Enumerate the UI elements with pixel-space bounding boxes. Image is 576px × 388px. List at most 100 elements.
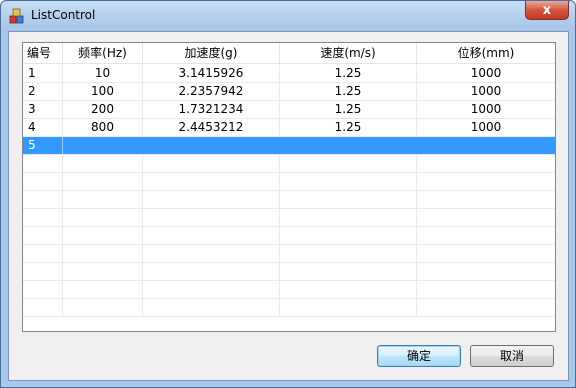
table-row[interactable]: 4 800 2.4453212 1.25 1000: [23, 119, 555, 137]
empty-cell: [280, 299, 417, 316]
empty-cell: [417, 263, 555, 280]
cell-displacement: 1000: [470, 84, 502, 98]
list-header: 编号 频率(Hz) 加速度(g) 速度(m/s) 位移(mm): [23, 43, 555, 64]
cell-id: 3: [23, 101, 63, 118]
cell-id: 4: [23, 119, 63, 136]
empty-cell: [23, 155, 63, 172]
empty-cell: [63, 155, 143, 172]
empty-row: [23, 263, 555, 281]
list-rows: 1 10 3.1415926 1.25 1000 2 100 2.2357942 1.25 100…: [23, 65, 555, 317]
cell-velocity: 1.25: [280, 119, 417, 136]
cell-frequency: 100: [63, 83, 143, 100]
cell-velocity: 1.25: [280, 101, 417, 118]
empty-cell: [280, 173, 417, 190]
empty-row: [23, 281, 555, 299]
empty-row: [23, 173, 555, 191]
empty-cell: [417, 299, 555, 316]
column-header-displacement[interactable]: 位移(mm): [417, 43, 555, 64]
empty-row: [23, 155, 555, 173]
empty-cell: [143, 245, 280, 262]
empty-cell: [417, 191, 555, 208]
dialog-client-area: 编号 频率(Hz) 加速度(g) 速度(m/s) 位移(mm) 1 10 3.141…: [8, 31, 569, 381]
title-bar[interactable]: ListControl x: [1, 1, 575, 31]
empty-cell: [23, 227, 63, 244]
empty-cell: [280, 245, 417, 262]
empty-row: [23, 227, 555, 245]
empty-cell: [63, 191, 143, 208]
cell-id: 2: [23, 83, 63, 100]
cell-acceleration: [143, 137, 280, 154]
empty-cell: [143, 299, 280, 316]
empty-cell: [417, 227, 555, 244]
empty-row: [23, 299, 555, 317]
table-row[interactable]: 2 100 2.2357942 1.25 1000: [23, 83, 555, 101]
empty-cell: [23, 299, 63, 316]
dialog-window: ListControl x 编号 频率(Hz) 加速度(g) 速度(m/s) 位…: [0, 0, 576, 388]
cell-velocity: [280, 137, 417, 154]
cell-acceleration: 2.2357942: [143, 83, 280, 100]
empty-row: [23, 245, 555, 263]
cell-velocity: 1.25: [280, 83, 417, 100]
column-header-velocity[interactable]: 速度(m/s): [280, 43, 417, 64]
cell-displacement: 1000: [470, 66, 502, 80]
cancel-button[interactable]: 取消: [470, 345, 554, 367]
empty-cell: [417, 209, 555, 226]
empty-cell: [143, 227, 280, 244]
empty-cell: [143, 173, 280, 190]
empty-row: [23, 191, 555, 209]
cell-frequency: 10: [63, 65, 143, 82]
cell-displacement: 1000: [470, 120, 502, 134]
empty-cell: [23, 245, 63, 262]
column-header-frequency[interactable]: 频率(Hz): [63, 43, 143, 64]
empty-cell: [63, 299, 143, 316]
empty-cell: [143, 263, 280, 280]
cell-acceleration: 2.4453212: [143, 119, 280, 136]
list-control[interactable]: 编号 频率(Hz) 加速度(g) 速度(m/s) 位移(mm) 1 10 3.141…: [22, 42, 556, 332]
empty-cell: [23, 209, 63, 226]
column-header-acceleration[interactable]: 加速度(g): [143, 43, 280, 64]
empty-cell: [280, 155, 417, 172]
empty-cell: [23, 263, 63, 280]
window-title: ListControl: [31, 8, 96, 22]
cell-acceleration: 3.1415926: [143, 65, 280, 82]
ok-button[interactable]: 确定: [377, 345, 461, 367]
table-row[interactable]: 5: [23, 137, 555, 155]
empty-cell: [143, 281, 280, 298]
empty-cell: [280, 209, 417, 226]
empty-cell: [63, 173, 143, 190]
empty-cell: [63, 245, 143, 262]
empty-cell: [280, 263, 417, 280]
empty-cell: [280, 227, 417, 244]
empty-cell: [280, 281, 417, 298]
table-row[interactable]: 1 10 3.1415926 1.25 1000: [23, 65, 555, 83]
empty-cell: [23, 191, 63, 208]
empty-cell: [23, 173, 63, 190]
empty-cell: [143, 191, 280, 208]
close-button[interactable]: x: [525, 1, 569, 20]
empty-row: [23, 209, 555, 227]
empty-cell: [417, 155, 555, 172]
column-header-id[interactable]: 编号: [23, 43, 63, 64]
cell-displacement: [417, 137, 555, 154]
cell-id: 1: [23, 65, 63, 82]
empty-cell: [417, 245, 555, 262]
empty-cell: [63, 263, 143, 280]
empty-cell: [417, 281, 555, 298]
cell-acceleration: 1.7321234: [143, 101, 280, 118]
empty-cell: [417, 173, 555, 190]
empty-cell: [280, 191, 417, 208]
cell-id: 5: [23, 137, 63, 154]
cell-velocity: 1.25: [280, 65, 417, 82]
table-row[interactable]: 3 200 1.7321234 1.25 1000: [23, 101, 555, 119]
empty-cell: [143, 209, 280, 226]
empty-cell: [63, 209, 143, 226]
empty-cell: [143, 155, 280, 172]
empty-cell: [63, 227, 143, 244]
cell-frequency: 200: [63, 101, 143, 118]
cell-displacement: 1000: [470, 102, 502, 116]
empty-cell: [23, 281, 63, 298]
empty-cell: [63, 281, 143, 298]
cell-frequency: 800: [63, 119, 143, 136]
close-icon: x: [542, 2, 552, 18]
cell-frequency: [63, 137, 143, 154]
